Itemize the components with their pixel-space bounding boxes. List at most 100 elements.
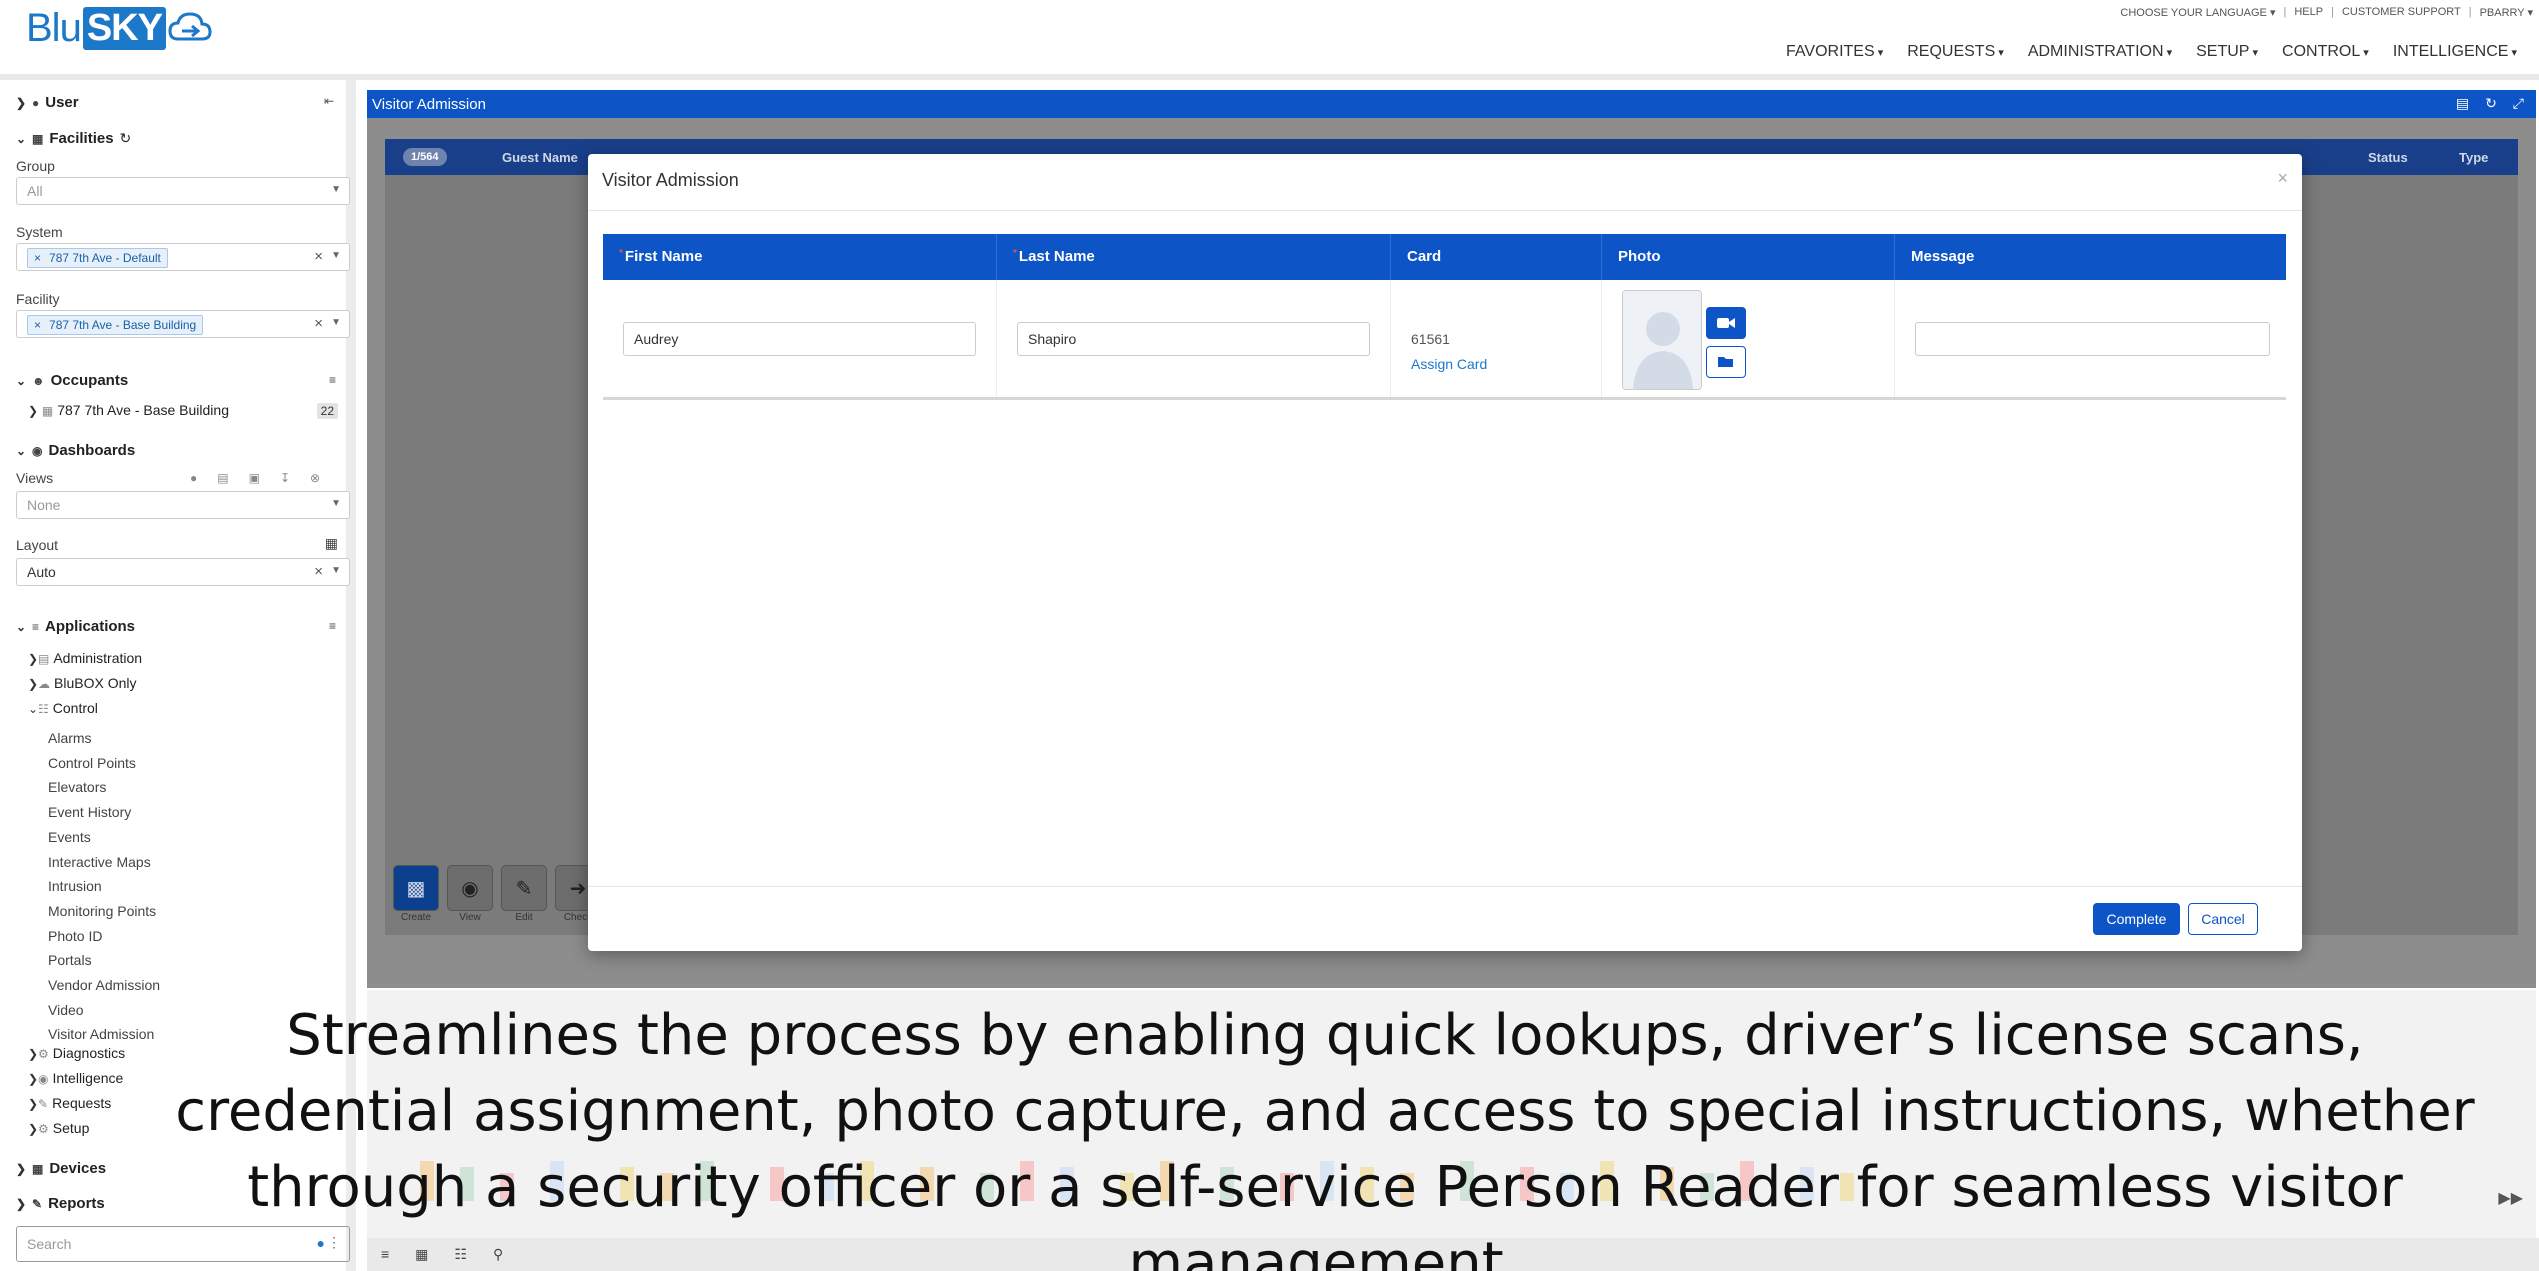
refresh-icon[interactable]: ↻	[120, 130, 132, 147]
section-user[interactable]: ❯ ● User	[16, 94, 79, 111]
list-menu-icon[interactable]: ≡	[329, 373, 336, 387]
blusky-logo[interactable]: Blu SKY	[26, 6, 212, 50]
expand-icon[interactable]: ⤢	[2513, 95, 2524, 112]
customer-support-link[interactable]: CUSTOMER SUPPORT	[2342, 6, 2461, 19]
panel-tools: ▤ ↻ ⤢	[2456, 95, 2524, 112]
nav-control[interactable]: CONTROL	[2282, 43, 2369, 61]
grid-layout-icon[interactable]: ▦	[325, 535, 338, 552]
control-child-item[interactable]: Interactive Maps	[48, 854, 151, 870]
remove-tag-icon[interactable]: ×	[34, 318, 41, 332]
section-applications-label: Applications	[45, 618, 136, 635]
message-input[interactable]	[1915, 322, 2270, 356]
eye-icon: ◉	[461, 877, 479, 900]
column-type[interactable]: Type	[2459, 150, 2488, 165]
close-circle-icon[interactable]: ⊗	[310, 471, 320, 485]
control-child-item[interactable]: Intrusion	[48, 878, 102, 894]
first-name-input[interactable]: Audrey	[623, 322, 976, 356]
nav-favorites[interactable]: FAVORITES	[1786, 43, 1883, 61]
cloud-icon: ☁	[38, 677, 50, 691]
refresh-icon[interactable]: ↻	[2485, 95, 2497, 112]
chevron-right-icon: ❯	[28, 404, 39, 418]
nav-administration[interactable]: ADMINISTRATION	[2028, 43, 2172, 61]
remove-tag-icon[interactable]: ×	[34, 251, 41, 265]
app-item-label: Setup	[52, 1120, 90, 1136]
app-item-control[interactable]: ⌄☷ Control	[28, 700, 98, 716]
column-status[interactable]: Status	[2368, 150, 2408, 165]
edit-button[interactable]: ✎	[501, 865, 547, 911]
layout-label: Layout	[16, 537, 59, 553]
view-button[interactable]: ◉	[447, 865, 493, 911]
control-child-item[interactable]: Video	[48, 1002, 84, 1018]
main-nav: FAVORITES REQUESTS ADMINISTRATION SETUP …	[1786, 43, 2517, 61]
clear-icon[interactable]: ×	[314, 248, 323, 265]
clear-icon[interactable]: ×	[314, 563, 323, 580]
user-view-icon[interactable]: ●	[190, 471, 197, 485]
collapse-sidebar-icon[interactable]: ⇤	[324, 94, 334, 108]
help-link[interactable]: HELP	[2294, 6, 2323, 19]
close-icon[interactable]: ×	[2277, 168, 2288, 189]
app-item-diagnostics[interactable]: ❯⚙ Diagnostics	[28, 1045, 125, 1061]
facility-tag[interactable]: × 787 7th Ave - Base Building	[27, 315, 204, 335]
language-link[interactable]: CHOOSE YOUR LANGUAGE ▾	[2120, 6, 2275, 19]
control-child-item[interactable]: Photo ID	[48, 928, 102, 944]
control-child-item[interactable]: Event History	[48, 804, 131, 820]
app-item-blubox[interactable]: ❯☁ BluBOX Only	[28, 675, 136, 691]
section-dashboards[interactable]: ⌄ ◉ Dashboards	[16, 442, 135, 459]
system-select[interactable]: × 787 7th Ave - Default × ▼	[16, 243, 350, 271]
group-select[interactable]: All ▼	[16, 177, 350, 205]
sign-in-icon: ➜	[569, 877, 587, 900]
app-item-setup[interactable]: ❯⚙ Setup	[28, 1120, 89, 1136]
cancel-button[interactable]: Cancel	[2188, 903, 2258, 935]
nav-setup[interactable]: SETUP	[2196, 43, 2258, 61]
system-label: System	[16, 224, 63, 240]
playback-controls[interactable]: ▶▶	[2498, 1188, 2523, 1208]
control-child-item[interactable]: Alarms	[48, 730, 92, 746]
upload-photo-button[interactable]	[1706, 346, 1746, 378]
section-occupants[interactable]: ⌄ ☻ Occupants	[16, 372, 128, 389]
logo-sky-text: SKY	[82, 6, 166, 50]
control-child-item[interactable]: Control Points	[48, 755, 136, 771]
section-facilities[interactable]: ⌄ ▦ Facilities ↻	[16, 130, 131, 147]
assign-card-link[interactable]: Assign Card	[1411, 356, 1487, 372]
building-icon: ▦	[41, 404, 54, 418]
capture-photo-button[interactable]	[1706, 307, 1746, 339]
app-item-administration[interactable]: ❯▤ Administration	[28, 650, 142, 666]
layout-select[interactable]: Auto × ▼	[16, 558, 350, 586]
occupant-tree-item[interactable]: ❯ ▦ 787 7th Ave - Base Building	[28, 402, 229, 418]
download-icon[interactable]: ↧	[280, 471, 290, 485]
last-name-input[interactable]: Shapiro	[1017, 322, 1370, 356]
list-menu-icon[interactable]: ≡	[329, 619, 336, 633]
nav-requests[interactable]: REQUESTS	[1907, 43, 2004, 61]
clear-icon[interactable]: ×	[314, 315, 323, 332]
system-tag[interactable]: × 787 7th Ave - Default	[27, 248, 168, 268]
create-button[interactable]: ▩	[393, 865, 439, 911]
section-devices-label: Devices	[49, 1160, 107, 1177]
section-applications[interactable]: ⌄ ≡ Applications	[16, 618, 135, 635]
control-child-item[interactable]: Vendor Admission	[48, 977, 160, 993]
app-item-intelligence[interactable]: ❯◉ Intelligence	[28, 1070, 123, 1086]
app-item-requests[interactable]: ❯✎ Requests	[28, 1095, 111, 1111]
control-child-item[interactable]: Elevators	[48, 779, 106, 795]
control-child-item[interactable]: Visitor Admission	[48, 1026, 154, 1042]
control-child-item[interactable]: Monitoring Points	[48, 903, 156, 919]
section-user-label: User	[45, 94, 79, 111]
column-guest-name[interactable]: Guest Name	[502, 150, 578, 165]
control-child-item[interactable]: Portals	[48, 952, 92, 968]
section-reports[interactable]: ❯ ✎ Reports	[16, 1195, 105, 1212]
trash-icon[interactable]: ▤	[217, 471, 228, 485]
nav-intelligence[interactable]: INTELLIGENCE	[2393, 43, 2517, 61]
dropdown-arrow-icon: ▼	[331, 184, 341, 195]
visitor-row: Audrey Shapiro 61561 Assign Card	[603, 280, 2286, 400]
views-select[interactable]: None ▼	[16, 491, 350, 519]
control-child-item[interactable]: Events	[48, 829, 91, 845]
layout-value: Auto	[27, 564, 56, 580]
complete-button[interactable]: Complete	[2093, 903, 2180, 935]
trash-icon[interactable]: ▤	[2456, 95, 2469, 112]
facility-select[interactable]: × 787 7th Ave - Base Building × ▼	[16, 310, 350, 338]
photo-placeholder[interactable]	[1622, 290, 1702, 390]
user-menu-link[interactable]: PBARRY ▾	[2480, 6, 2533, 19]
save-icon[interactable]: ▣	[249, 471, 260, 485]
view-label: View	[459, 912, 481, 923]
modal-footer-divider	[588, 886, 2302, 887]
section-devices[interactable]: ❯ ▦ Devices	[16, 1160, 106, 1177]
